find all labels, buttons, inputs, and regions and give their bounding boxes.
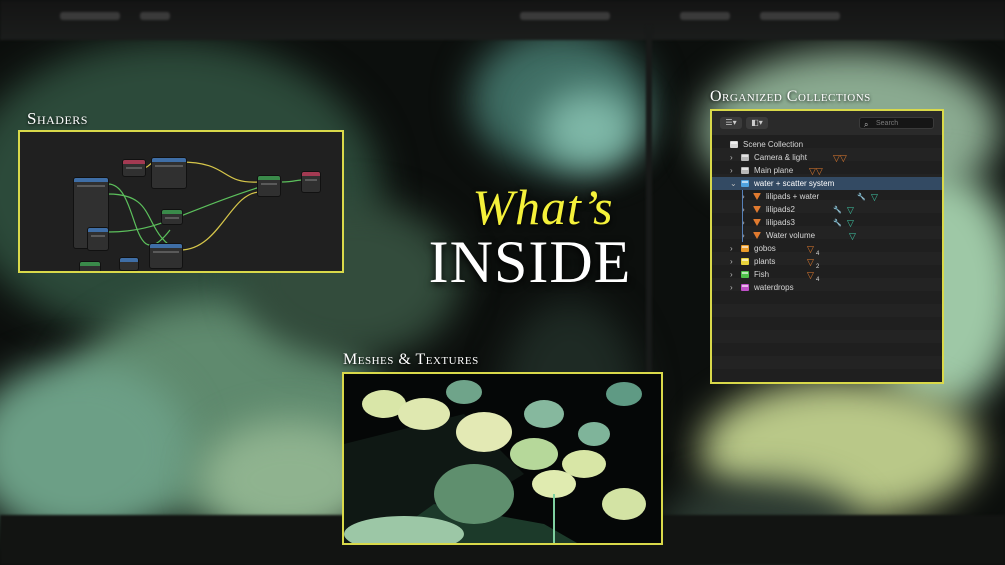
mesh-preview — [342, 372, 663, 545]
material-output-node — [302, 172, 320, 192]
collection-label: Water volume — [766, 231, 816, 240]
mesh-object-icon — [753, 206, 761, 213]
collection-label: lilipads + water — [766, 192, 820, 201]
tree-indent-line — [742, 190, 743, 242]
collection-row[interactable]: › Camera & light ▽▽ — [712, 151, 942, 164]
collection-icon — [741, 258, 749, 265]
collection-icon — [741, 271, 749, 278]
collection-icon — [741, 154, 749, 161]
filter-dropdown[interactable]: ◧▾ — [746, 117, 768, 129]
chevron-right-icon[interactable]: › — [730, 242, 733, 255]
scene-collection-row[interactable]: Scene Collection — [712, 138, 942, 151]
mesh-object-icon — [753, 219, 761, 226]
outliner-toolbar: ☰▾ ◧▾ ⌕ Search — [712, 111, 942, 135]
chevron-right-icon[interactable]: › — [730, 255, 733, 268]
shader-node — [80, 262, 100, 271]
collection-icon — [741, 180, 749, 187]
collection-label: Fish — [754, 270, 770, 279]
collection-row[interactable]: › Fish ▽ 4 — [712, 268, 942, 283]
mesh-object-icon — [753, 193, 761, 200]
collection-row[interactable]: › Main plane ▽▽ — [712, 164, 942, 177]
collection-label: Main plane — [754, 166, 794, 175]
shader-node — [150, 244, 182, 268]
outliner-tree: Scene Collection › Camera & light ▽▽ › Main … — [712, 135, 942, 382]
collection-row[interactable]: ⌄ water + scatter system — [712, 177, 942, 190]
collection-row[interactable]: › gobos ▽ 4 — [712, 242, 942, 257]
node-links — [107, 161, 303, 253]
collection-label: gobos — [754, 244, 776, 253]
collection-label: lilipads2 — [766, 205, 795, 214]
shader-node — [123, 160, 145, 176]
collections-heading: Organized Collections — [710, 88, 871, 105]
chevron-down-icon[interactable]: ⌄ — [730, 177, 737, 190]
collection-icon — [741, 167, 749, 174]
collection-icon — [741, 284, 749, 291]
mesh-object-icon — [753, 232, 761, 239]
shader-editor-preview — [18, 130, 344, 273]
collection-icon — [741, 245, 749, 252]
search-input[interactable]: ⌕ Search — [859, 117, 934, 129]
collection-row[interactable]: › waterdrops — [712, 281, 942, 294]
shader-node — [120, 258, 138, 270]
shader-node — [258, 176, 280, 196]
collection-row[interactable]: › lilipads + water 🔧 ▽ — [712, 190, 942, 203]
display-mode-dropdown[interactable]: ☰▾ — [720, 117, 742, 129]
chevron-right-icon[interactable]: › — [730, 268, 733, 281]
shader-node — [88, 228, 108, 250]
outliner-panel: ☰▾ ◧▾ ⌕ Search Scene Collection › Camera … — [710, 109, 944, 384]
collection-row[interactable]: › lilipads2 🔧 ▽ — [712, 203, 942, 216]
collection-row[interactable]: › lilipads3 🔧 ▽ — [712, 216, 942, 229]
chevron-right-icon[interactable]: › — [730, 281, 733, 294]
collection-label: waterdrops — [754, 283, 794, 292]
headline-inside: INSIDE — [428, 229, 632, 295]
chevron-right-icon[interactable]: › — [730, 151, 733, 164]
plant-render — [344, 380, 646, 543]
collection-label: Camera & light — [754, 153, 807, 162]
search-icon: ⌕ — [864, 120, 869, 129]
shaders-heading: Shaders — [27, 109, 88, 128]
collection-label: lilipads3 — [766, 218, 795, 227]
shader-node — [162, 210, 182, 224]
collection-label: water + scatter system — [754, 179, 835, 188]
scene-collection-icon — [730, 141, 738, 148]
meshes-heading: Meshes & Textures — [343, 351, 479, 368]
collection-row[interactable]: › Water volume ▽ — [712, 229, 942, 242]
collection-row[interactable]: › plants ▽ 2 — [712, 255, 942, 270]
chevron-right-icon[interactable]: › — [730, 164, 733, 177]
shader-node — [152, 158, 186, 188]
collection-label: plants — [754, 257, 776, 266]
